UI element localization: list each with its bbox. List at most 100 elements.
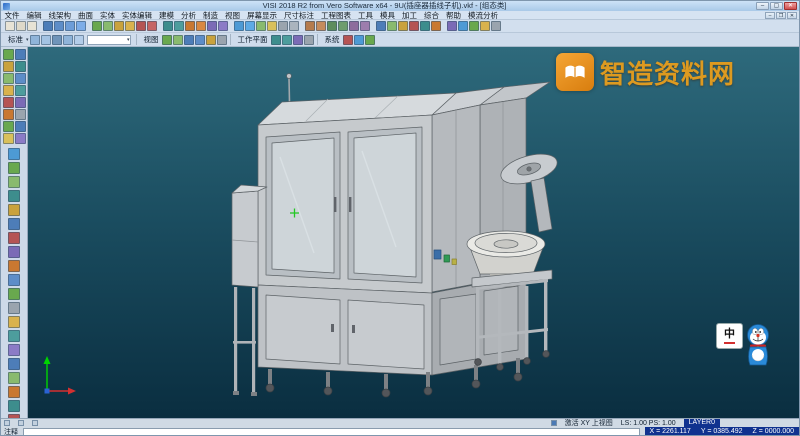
menu-item[interactable]: 视图 bbox=[222, 11, 244, 20]
toolbar-icon[interactable] bbox=[114, 21, 124, 31]
toolbar-icon[interactable] bbox=[125, 21, 135, 31]
palette-icon[interactable] bbox=[3, 73, 14, 84]
palette-icon[interactable] bbox=[8, 218, 20, 230]
toolbar-icon[interactable] bbox=[147, 21, 157, 31]
toolbar-icon[interactable] bbox=[103, 21, 113, 31]
palette-icon[interactable] bbox=[8, 260, 20, 272]
palette-icon[interactable] bbox=[15, 73, 26, 84]
menu-item[interactable]: 实体 bbox=[97, 11, 119, 20]
toolbar-icon[interactable] bbox=[343, 35, 353, 45]
toolbar-icon[interactable] bbox=[217, 35, 227, 45]
toolbar-icon[interactable] bbox=[458, 21, 468, 31]
mdi-minimize-button[interactable]: – bbox=[765, 12, 775, 19]
close-button[interactable]: ✕ bbox=[784, 2, 797, 10]
toolbar-icon[interactable] bbox=[491, 21, 501, 31]
toolbar-icon[interactable] bbox=[234, 21, 244, 31]
toolbar-icon[interactable] bbox=[354, 35, 364, 45]
menu-item[interactable]: 文件 bbox=[1, 11, 23, 20]
toolbar-icon[interactable] bbox=[5, 21, 15, 31]
palette-icon[interactable] bbox=[15, 61, 26, 72]
viewport-3d[interactable]: 智造资料网 中 bbox=[28, 47, 799, 418]
toolbar-icon[interactable] bbox=[304, 35, 314, 45]
palette-icon[interactable] bbox=[8, 288, 20, 300]
toolbar-icon[interactable] bbox=[387, 21, 397, 31]
palette-icon[interactable] bbox=[8, 148, 20, 160]
toolbar-icon[interactable] bbox=[207, 21, 217, 31]
menu-item[interactable]: 线架构 bbox=[45, 11, 75, 20]
menu-item[interactable]: 分析 bbox=[178, 11, 200, 20]
menu-item[interactable]: 工具 bbox=[355, 11, 377, 20]
view-group-label[interactable]: 视图 bbox=[140, 34, 161, 45]
chevron-down-icon[interactable]: ▾ bbox=[26, 37, 29, 43]
toolbar-icon[interactable] bbox=[278, 21, 288, 31]
menu-item[interactable]: 尺寸标注 bbox=[281, 11, 318, 20]
layer-indicator[interactable]: LAYER0 bbox=[684, 419, 720, 427]
toolbar-icon[interactable] bbox=[52, 35, 62, 45]
standard-group-label[interactable]: 标准 bbox=[4, 34, 25, 45]
cad-model-3d[interactable] bbox=[28, 47, 799, 418]
toolbar-icon[interactable] bbox=[447, 21, 457, 31]
toolbar-icon[interactable] bbox=[431, 21, 441, 31]
toolbar-icon[interactable] bbox=[174, 21, 184, 31]
toolbar-icon[interactable] bbox=[196, 21, 206, 31]
ortho-toggle-icon[interactable] bbox=[32, 420, 38, 426]
toolbar-icon[interactable] bbox=[271, 35, 281, 45]
toolbar-icon[interactable] bbox=[282, 35, 292, 45]
palette-icon[interactable] bbox=[8, 162, 20, 174]
view-preset-combo[interactable]: ▾ bbox=[87, 35, 131, 45]
menu-item[interactable]: 工程图表 bbox=[318, 11, 355, 20]
toolbar-icon[interactable] bbox=[420, 21, 430, 31]
palette-icon[interactable] bbox=[8, 302, 20, 314]
grid-toggle-icon[interactable] bbox=[18, 420, 24, 426]
palette-icon[interactable] bbox=[8, 400, 20, 412]
menu-item[interactable]: 建模 bbox=[156, 11, 178, 20]
toolbar-icon[interactable] bbox=[349, 21, 359, 31]
menu-item[interactable]: 模流分析 bbox=[465, 11, 502, 20]
palette-icon[interactable] bbox=[15, 85, 26, 96]
toolbar-icon[interactable] bbox=[289, 21, 299, 31]
minimize-button[interactable]: – bbox=[756, 2, 769, 10]
menu-item[interactable]: 编辑 bbox=[23, 11, 45, 20]
palette-icon[interactable] bbox=[8, 316, 20, 328]
menu-item[interactable]: 综合 bbox=[421, 11, 443, 20]
palette-icon[interactable] bbox=[8, 232, 20, 244]
toolbar-icon[interactable] bbox=[305, 21, 315, 31]
menu-item[interactable]: 制造 bbox=[200, 11, 222, 20]
prompt-input[interactable] bbox=[23, 428, 640, 436]
palette-icon[interactable] bbox=[15, 109, 26, 120]
palette-icon[interactable] bbox=[8, 358, 20, 370]
toolbar-icon[interactable] bbox=[376, 21, 386, 31]
toolbar-icon[interactable] bbox=[74, 35, 84, 45]
palette-icon[interactable] bbox=[8, 386, 20, 398]
menu-item[interactable]: 实体编辑 bbox=[119, 11, 156, 20]
menu-item[interactable]: 曲面 bbox=[75, 11, 97, 20]
toolbar-icon[interactable] bbox=[218, 21, 228, 31]
toolbar-icon[interactable] bbox=[63, 35, 73, 45]
toolbar-icon[interactable] bbox=[163, 21, 173, 31]
toolbar-icon[interactable] bbox=[365, 35, 375, 45]
toolbar-icon[interactable] bbox=[41, 35, 51, 45]
menu-item[interactable]: 加工 bbox=[399, 11, 421, 20]
palette-icon[interactable] bbox=[8, 274, 20, 286]
palette-icon[interactable] bbox=[3, 49, 14, 60]
toolbar-icon[interactable] bbox=[360, 21, 370, 31]
palette-icon[interactable] bbox=[15, 97, 26, 108]
toolbar-icon[interactable] bbox=[398, 21, 408, 31]
snap-toggle-icon[interactable] bbox=[4, 420, 10, 426]
toolbar-icon[interactable] bbox=[206, 35, 216, 45]
palette-icon[interactable] bbox=[8, 372, 20, 384]
palette-icon[interactable] bbox=[15, 121, 26, 132]
toolbar-icon[interactable] bbox=[256, 21, 266, 31]
palette-icon[interactable] bbox=[8, 176, 20, 188]
menu-item[interactable]: 屏幕显示 bbox=[244, 11, 281, 20]
toolbar-icon[interactable] bbox=[27, 21, 37, 31]
palette-icon[interactable] bbox=[3, 61, 14, 72]
palette-icon[interactable] bbox=[8, 246, 20, 258]
toolbar-icon[interactable] bbox=[92, 21, 102, 31]
mdi-restore-button[interactable]: ❐ bbox=[776, 12, 786, 19]
toolbar-icon[interactable] bbox=[480, 21, 490, 31]
toolbar-icon[interactable] bbox=[185, 21, 195, 31]
toolbar-icon[interactable] bbox=[267, 21, 277, 31]
toolbar-icon[interactable] bbox=[184, 35, 194, 45]
menu-item[interactable]: 模具 bbox=[377, 11, 399, 20]
